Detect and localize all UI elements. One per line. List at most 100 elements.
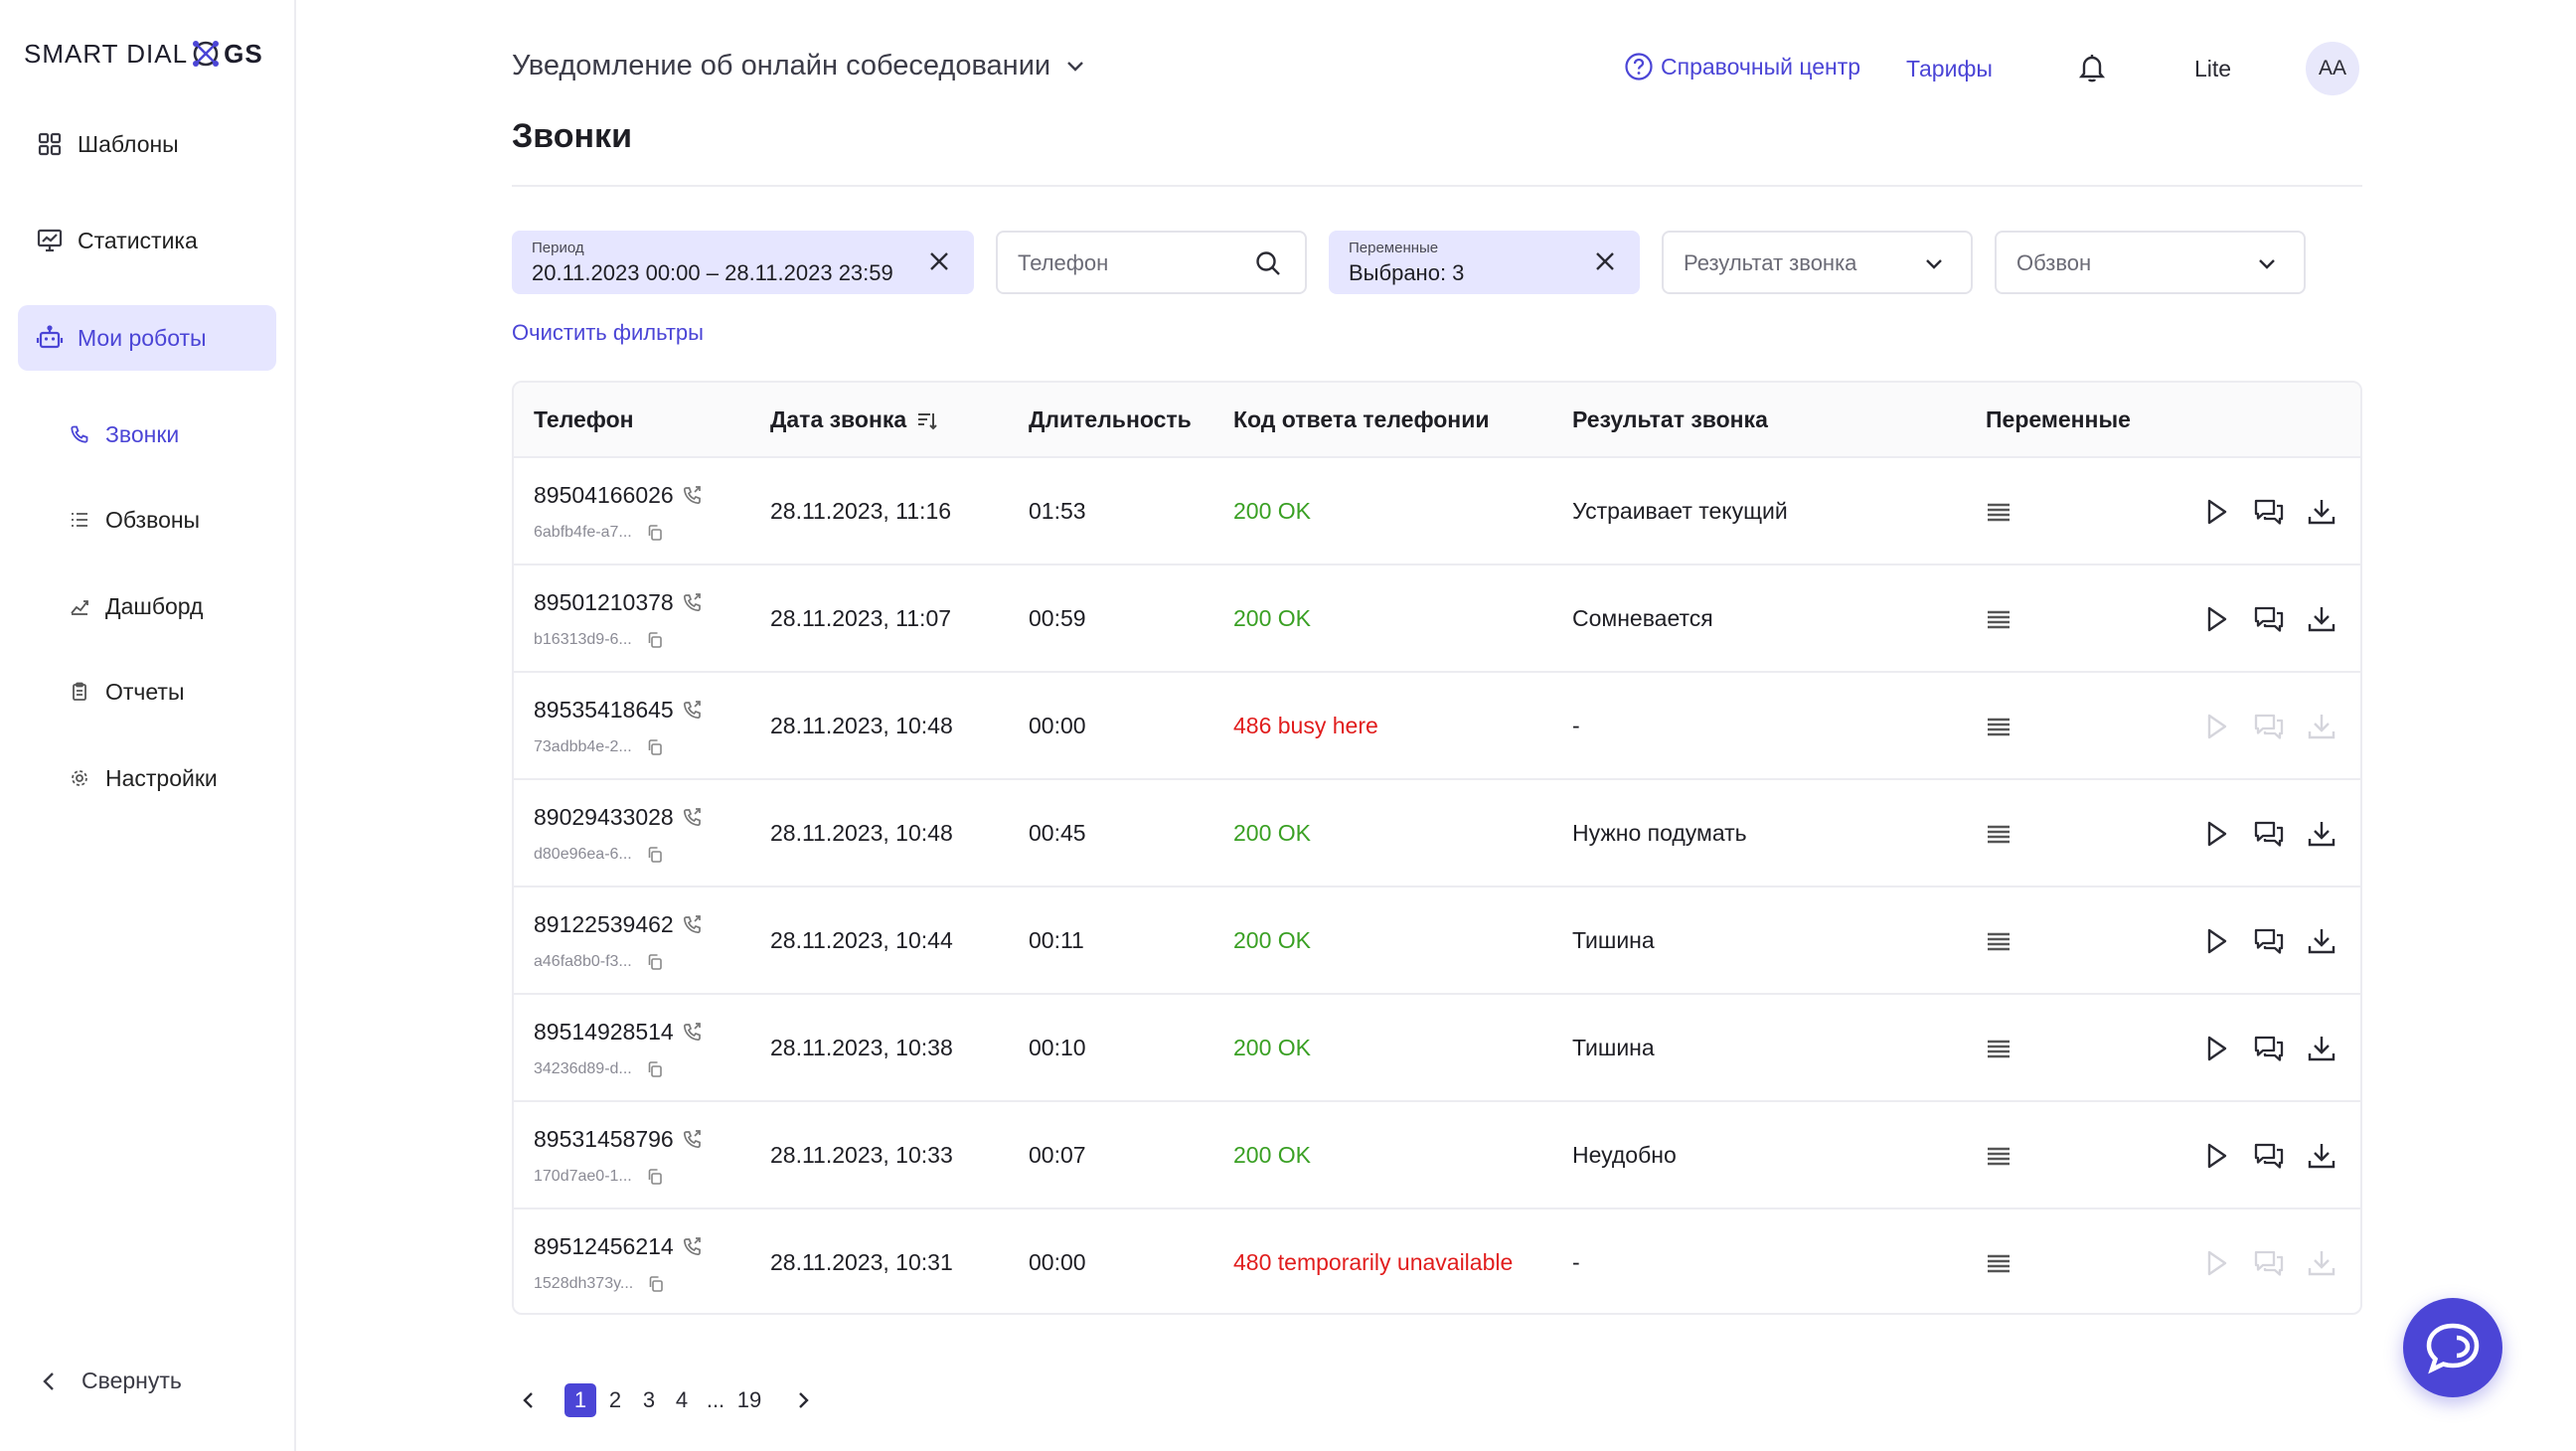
variables-menu-icon[interactable] (1985, 1249, 2012, 1277)
prev-page-button[interactable] (515, 1383, 543, 1417)
copy-icon[interactable] (646, 846, 664, 864)
page-1-button[interactable]: 1 (564, 1383, 596, 1417)
copy-icon[interactable] (646, 631, 664, 649)
call-duration: 00:59 (1029, 605, 1086, 631)
phone-number[interactable]: 89501210378 (534, 589, 674, 616)
download-icon[interactable] (2305, 1139, 2338, 1173)
phone-number[interactable]: 89535418645 (534, 697, 674, 724)
phone-number[interactable]: 89122539462 (534, 911, 674, 938)
page-4-button[interactable]: 4 (672, 1383, 692, 1417)
nav-dashboard[interactable]: Дашборд (70, 586, 203, 626)
call-result: Сомневается (1572, 605, 1713, 631)
nav-reports[interactable]: Отчеты (70, 672, 185, 712)
col-date[interactable]: Дата звонка (770, 406, 938, 433)
nav-templates[interactable]: Шаблоны (18, 111, 276, 177)
clear-period-close-icon[interactable] (926, 248, 952, 274)
download-icon[interactable] (2305, 924, 2338, 958)
variables-menu-icon[interactable] (1985, 927, 2012, 955)
variables-menu-icon[interactable] (1985, 713, 2012, 740)
search-icon[interactable] (1253, 248, 1283, 278)
project-selector[interactable]: Уведомление об онлайн собеседовании (512, 50, 1088, 82)
play-icon[interactable] (2199, 1139, 2233, 1173)
callback-phone-icon[interactable] (682, 914, 704, 936)
sort-icon[interactable] (916, 409, 938, 431)
tariffs-link[interactable]: Тарифы (1906, 56, 1993, 82)
variables-menu-icon[interactable] (1985, 1142, 2012, 1170)
nav-calls[interactable]: Звонки (70, 414, 179, 454)
call-date: 28.11.2023, 10:44 (770, 927, 953, 953)
logo-text-2: GS (224, 38, 263, 69)
variables-filter[interactable]: Переменные Выбрано: 3 (1329, 231, 1640, 294)
copy-icon[interactable] (646, 1060, 664, 1078)
download-icon[interactable] (2305, 1032, 2338, 1065)
telephony-code: 200 OK (1233, 927, 1311, 953)
play-icon[interactable] (2199, 495, 2233, 529)
phone-number[interactable]: 89512456214 (534, 1233, 674, 1260)
next-page-button[interactable] (789, 1383, 817, 1417)
play-icon[interactable] (2199, 602, 2233, 636)
variables-menu-icon[interactable] (1985, 1035, 2012, 1062)
page-2-button[interactable]: 2 (605, 1383, 625, 1417)
phone-number[interactable]: 89504166026 (534, 482, 674, 509)
call-id: 34236d89-d... (534, 1060, 632, 1077)
transcript-chat-icon[interactable] (2252, 924, 2286, 958)
page-19-button[interactable]: 19 (734, 1383, 764, 1417)
copy-icon[interactable] (646, 524, 664, 542)
callback-phone-icon[interactable] (682, 1022, 704, 1044)
call-result: - (1572, 713, 1580, 738)
copy-icon[interactable] (647, 1275, 665, 1293)
callback-phone-icon[interactable] (682, 592, 704, 614)
clear-variables-close-icon[interactable] (1592, 248, 1618, 274)
play-icon[interactable] (2199, 817, 2233, 851)
telephony-code: 200 OK (1233, 1035, 1311, 1060)
variables-menu-icon[interactable] (1985, 820, 2012, 848)
transcript-chat-icon[interactable] (2252, 602, 2286, 636)
campaign-select[interactable]: Обзвон (1995, 231, 2306, 294)
phone-search-input[interactable]: Телефон (996, 231, 1307, 294)
play-icon[interactable] (2199, 1032, 2233, 1065)
page-3-button[interactable]: 3 (639, 1383, 659, 1417)
callback-phone-icon[interactable] (682, 807, 704, 829)
copy-icon[interactable] (646, 738, 664, 756)
play-icon[interactable] (2199, 924, 2233, 958)
phone-number[interactable]: 89514928514 (534, 1019, 674, 1046)
variables-menu-icon[interactable] (1985, 498, 2012, 526)
phone-cell: 89501210378 (534, 589, 704, 616)
chevron-down-icon (2254, 251, 2280, 277)
call-result-select[interactable]: Результат звонка (1662, 231, 1973, 294)
download-icon[interactable] (2305, 495, 2338, 529)
transcript-chat-icon[interactable] (2252, 495, 2286, 529)
robot-icon (36, 324, 64, 352)
transcript-chat-icon[interactable] (2252, 817, 2286, 851)
nav-statistics[interactable]: Статистика (18, 208, 276, 273)
callback-phone-icon[interactable] (682, 485, 704, 507)
phone-number[interactable]: 89531458796 (534, 1126, 674, 1153)
collapse-sidebar-button[interactable]: Свернуть (38, 1368, 182, 1394)
copy-icon[interactable] (646, 1168, 664, 1186)
copy-icon[interactable] (646, 953, 664, 971)
call-id-cell: b16313d9-6... (534, 631, 664, 649)
help-center-link[interactable]: Справочный центр (1624, 52, 1860, 81)
callback-phone-icon[interactable] (682, 1129, 704, 1151)
support-chat-button[interactable] (2403, 1298, 2502, 1397)
logo[interactable]: SMART DIAL GS (24, 34, 263, 74)
nav-campaigns[interactable]: Обзвоны (70, 500, 200, 540)
phone-number[interactable]: 89029433028 (534, 804, 674, 831)
user-avatar[interactable]: AA (2306, 42, 2359, 95)
clear-filters-link[interactable]: Очистить фильтры (512, 320, 704, 346)
page-title: Звонки (512, 117, 632, 155)
transcript-chat-icon[interactable] (2252, 1139, 2286, 1173)
nav-my-robots-label: Мои роботы (78, 324, 207, 351)
period-filter[interactable]: Период 20.11.2023 00:00 – 28.11.2023 23:… (512, 231, 974, 294)
nav-settings[interactable]: Настройки (70, 758, 218, 798)
variables-menu-icon[interactable] (1985, 605, 2012, 633)
callback-phone-icon[interactable] (682, 1236, 704, 1258)
settings-icon (70, 768, 89, 788)
notifications-bell-icon[interactable] (2077, 52, 2107, 83)
download-icon[interactable] (2305, 602, 2338, 636)
nav-my-robots[interactable]: Мои роботы (18, 305, 276, 371)
download-icon[interactable] (2305, 817, 2338, 851)
callback-phone-icon[interactable] (682, 700, 704, 722)
transcript-chat-icon[interactable] (2252, 1032, 2286, 1065)
col-duration: Длительность (1029, 406, 1192, 432)
